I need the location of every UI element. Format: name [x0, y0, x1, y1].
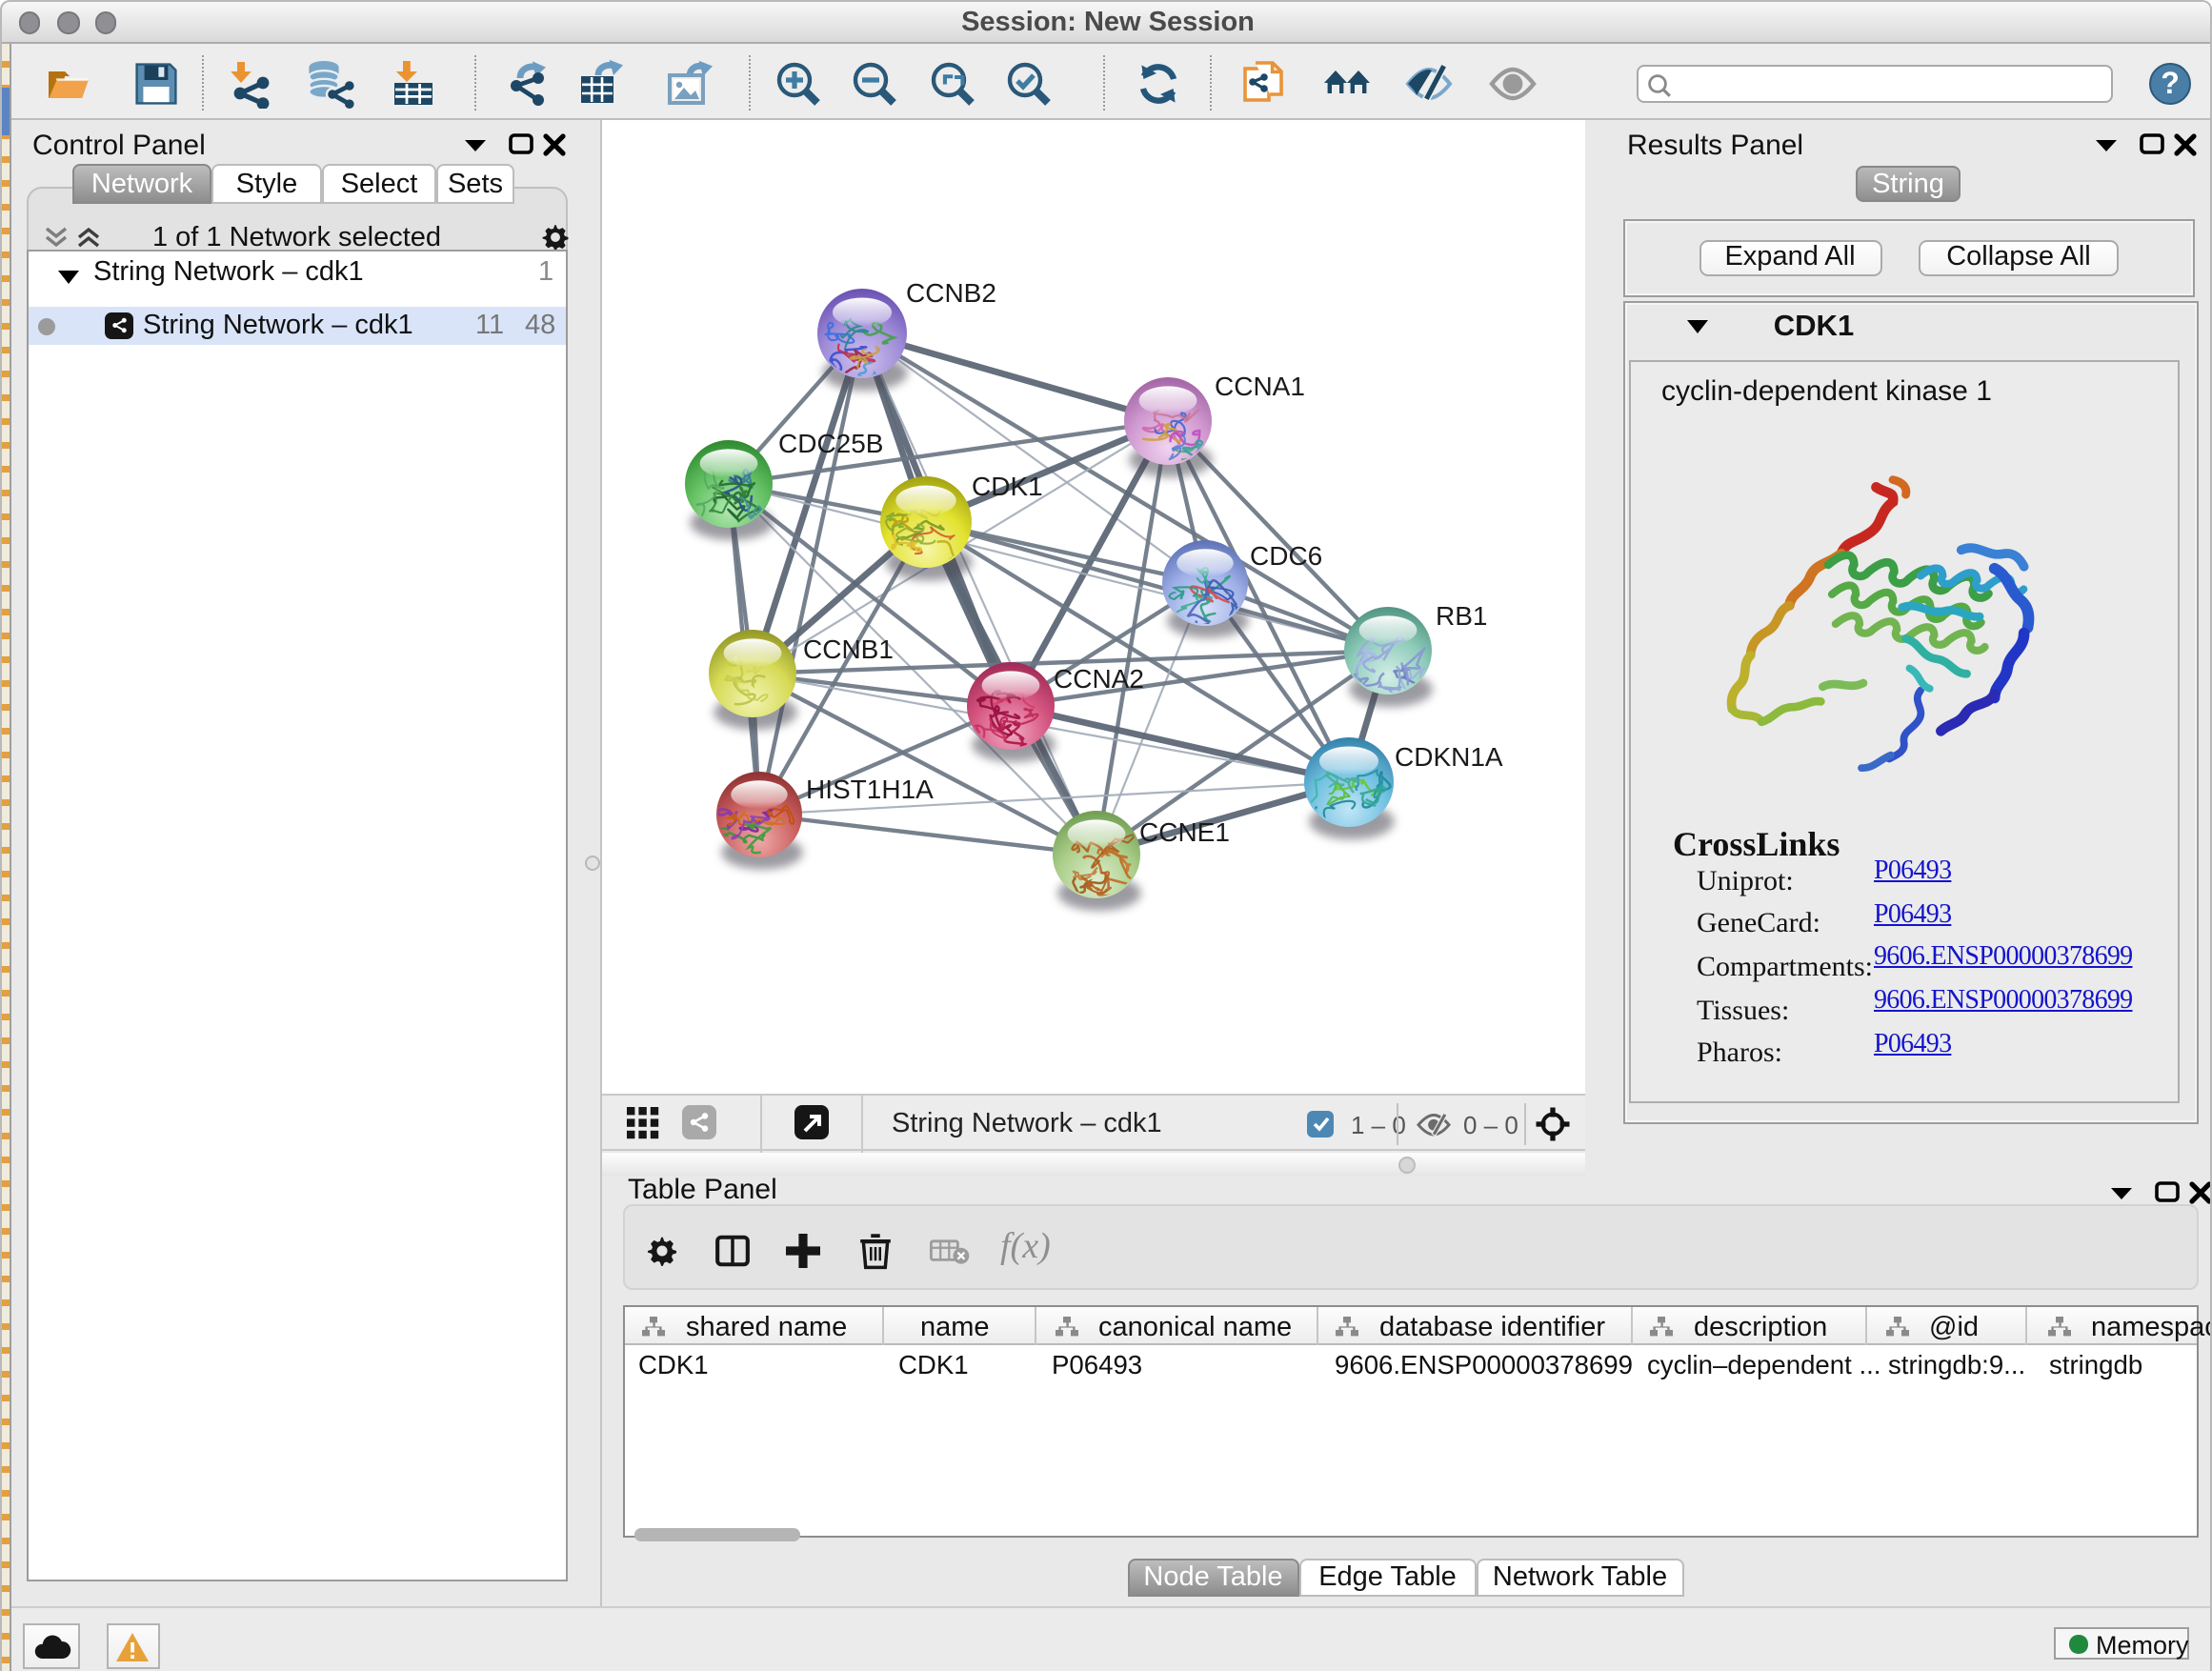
svg-text:CDC6: CDC6 — [1250, 541, 1322, 571]
svg-text:CDK1: CDK1 — [972, 472, 1043, 501]
svg-text:CCNB1: CCNB1 — [803, 634, 894, 664]
svg-text:CDKN1A: CDKN1A — [1395, 742, 1503, 772]
svg-text:CCNB2: CCNB2 — [906, 278, 996, 308]
svg-text:CCNE1: CCNE1 — [1139, 817, 1230, 847]
svg-text:CCNA1: CCNA1 — [1215, 372, 1305, 401]
svg-text:CDC25B: CDC25B — [778, 429, 883, 458]
svg-text:HIST1H1A: HIST1H1A — [806, 775, 934, 804]
svg-text:CCNA2: CCNA2 — [1054, 664, 1144, 694]
svg-text:RB1: RB1 — [1436, 601, 1487, 631]
